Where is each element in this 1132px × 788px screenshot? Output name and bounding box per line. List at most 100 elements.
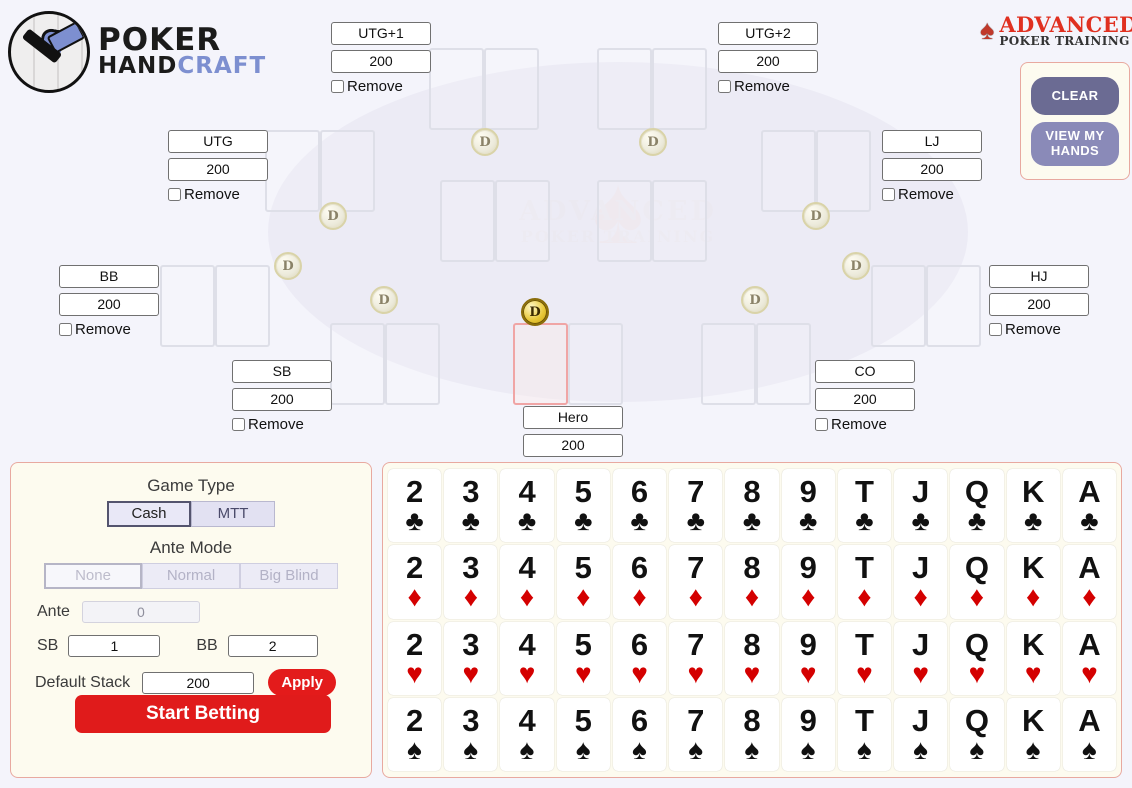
card-J-hearts[interactable]: J ♥: [894, 621, 948, 695]
card-slot[interactable]: [652, 180, 707, 262]
card-7-spades[interactable]: 7 ♠: [669, 697, 723, 771]
seat-name-utg[interactable]: UTG: [168, 130, 268, 153]
card-6-spades[interactable]: 6 ♠: [612, 697, 667, 771]
remove-checkbox-co[interactable]: [815, 418, 828, 431]
card-K-clubs[interactable]: K ♣: [1006, 469, 1060, 543]
card-9-hearts[interactable]: 9 ♥: [781, 621, 835, 695]
card-6-hearts[interactable]: 6 ♥: [612, 621, 667, 695]
card-8-spades[interactable]: 8 ♠: [725, 697, 779, 771]
card-6-clubs[interactable]: 6 ♣: [612, 469, 667, 543]
sb-input[interactable]: 1: [68, 635, 161, 657]
remove-checkbox-lj[interactable]: [882, 188, 895, 201]
card-3-clubs[interactable]: 3 ♣: [444, 469, 498, 543]
card-slot[interactable]: [215, 265, 270, 347]
card-8-diamonds[interactable]: 8 ♦: [725, 545, 779, 619]
card-6-diamonds[interactable]: 6 ♦: [612, 545, 667, 619]
ante-mode-option-none[interactable]: None: [44, 563, 142, 589]
card-7-hearts[interactable]: 7 ♥: [669, 621, 723, 695]
card-slot[interactable]: [440, 180, 495, 262]
remove-checkbox-utg1[interactable]: [331, 80, 344, 93]
dealer-button[interactable]: D: [471, 128, 499, 156]
game-type-option-mtt[interactable]: MTT: [191, 501, 275, 527]
seat-name-sb[interactable]: SB: [232, 360, 332, 383]
dealer-button[interactable]: D: [319, 202, 347, 230]
card-slot[interactable]: [160, 265, 215, 347]
card-5-hearts[interactable]: 5 ♥: [556, 621, 610, 695]
card-3-spades[interactable]: 3 ♠: [444, 697, 498, 771]
dealer-button[interactable]: D: [639, 128, 667, 156]
card-slot[interactable]: [330, 323, 385, 405]
card-7-diamonds[interactable]: 7 ♦: [669, 545, 723, 619]
card-4-diamonds[interactable]: 4 ♦: [500, 545, 554, 619]
card-slot[interactable]: [484, 48, 539, 130]
remove-toggle-utg1[interactable]: Remove: [331, 78, 431, 95]
remove-checkbox-bb[interactable]: [59, 323, 72, 336]
dealer-button[interactable]: D: [802, 202, 830, 230]
card-Q-spades[interactable]: Q ♠: [950, 697, 1004, 771]
remove-toggle-utg2[interactable]: Remove: [718, 78, 818, 95]
card-K-spades[interactable]: K ♠: [1006, 697, 1060, 771]
seat-name-hero[interactable]: Hero: [523, 406, 623, 429]
seat-stack-hj[interactable]: 200: [989, 293, 1089, 316]
card-9-clubs[interactable]: 9 ♣: [781, 469, 835, 543]
remove-checkbox-utg2[interactable]: [718, 80, 731, 93]
remove-toggle-utg[interactable]: Remove: [168, 186, 268, 203]
seat-name-co[interactable]: CO: [815, 360, 915, 383]
card-2-diamonds[interactable]: 2 ♦: [388, 545, 442, 619]
seat-stack-utg[interactable]: 200: [168, 158, 268, 181]
remove-checkbox-hj[interactable]: [989, 323, 1002, 336]
remove-toggle-co[interactable]: Remove: [815, 416, 915, 433]
card-5-clubs[interactable]: 5 ♣: [556, 469, 610, 543]
card-4-clubs[interactable]: 4 ♣: [500, 469, 554, 543]
seat-name-lj[interactable]: LJ: [882, 130, 982, 153]
card-J-clubs[interactable]: J ♣: [894, 469, 948, 543]
seat-name-bb[interactable]: BB: [59, 265, 159, 288]
card-2-hearts[interactable]: 2 ♥: [388, 621, 442, 695]
card-7-clubs[interactable]: 7 ♣: [669, 469, 723, 543]
card-8-clubs[interactable]: 8 ♣: [725, 469, 779, 543]
seat-stack-hero[interactable]: 200: [523, 434, 623, 457]
seat-stack-utg1[interactable]: 200: [331, 50, 431, 73]
card-slot[interactable]: [429, 48, 484, 130]
seat-name-hj[interactable]: HJ: [989, 265, 1089, 288]
card-A-diamonds[interactable]: A ♦: [1062, 545, 1116, 619]
ante-mode-option-normal[interactable]: Normal: [142, 563, 240, 589]
card-A-hearts[interactable]: A ♥: [1062, 621, 1116, 695]
seat-name-utg1[interactable]: UTG+1: [331, 22, 431, 45]
card-2-clubs[interactable]: 2 ♣: [388, 469, 442, 543]
dealer-button[interactable]: D: [370, 286, 398, 314]
seat-stack-lj[interactable]: 200: [882, 158, 982, 181]
card-slot[interactable]: [816, 130, 871, 212]
card-3-hearts[interactable]: 3 ♥: [444, 621, 498, 695]
card-9-diamonds[interactable]: 9 ♦: [781, 545, 835, 619]
card-Q-clubs[interactable]: Q ♣: [950, 469, 1004, 543]
seat-stack-co[interactable]: 200: [815, 388, 915, 411]
apply-button[interactable]: Apply: [268, 669, 337, 696]
card-4-spades[interactable]: 4 ♠: [500, 697, 554, 771]
card-T-diamonds[interactable]: T ♦: [837, 545, 892, 619]
card-slot[interactable]: [597, 48, 652, 130]
card-K-hearts[interactable]: K ♥: [1006, 621, 1060, 695]
game-type-option-cash[interactable]: Cash: [107, 501, 191, 527]
bb-input[interactable]: 2: [227, 635, 318, 657]
card-slot[interactable]: [495, 180, 550, 262]
seat-name-utg2[interactable]: UTG+2: [718, 22, 818, 45]
card-2-spades[interactable]: 2 ♠: [388, 697, 442, 771]
card-T-spades[interactable]: T ♠: [837, 697, 892, 771]
remove-checkbox-utg[interactable]: [168, 188, 181, 201]
remove-checkbox-sb[interactable]: [232, 418, 245, 431]
card-slot[interactable]: [320, 130, 375, 212]
card-T-hearts[interactable]: T ♥: [837, 621, 892, 695]
card-slot[interactable]: [926, 265, 981, 347]
ante-mode-option-big-blind[interactable]: Big Blind: [240, 563, 338, 589]
card-slot[interactable]: [385, 323, 440, 405]
card-J-diamonds[interactable]: J ♦: [894, 545, 948, 619]
card-slot[interactable]: [701, 323, 756, 405]
remove-toggle-bb[interactable]: Remove: [59, 321, 159, 338]
start-betting-button[interactable]: Start Betting: [75, 695, 331, 733]
hero-card-slot-2[interactable]: [568, 323, 623, 405]
card-slot[interactable]: [652, 48, 707, 130]
card-5-spades[interactable]: 5 ♠: [556, 697, 610, 771]
default-stack-input[interactable]: 200: [142, 671, 255, 694]
card-4-hearts[interactable]: 4 ♥: [500, 621, 554, 695]
